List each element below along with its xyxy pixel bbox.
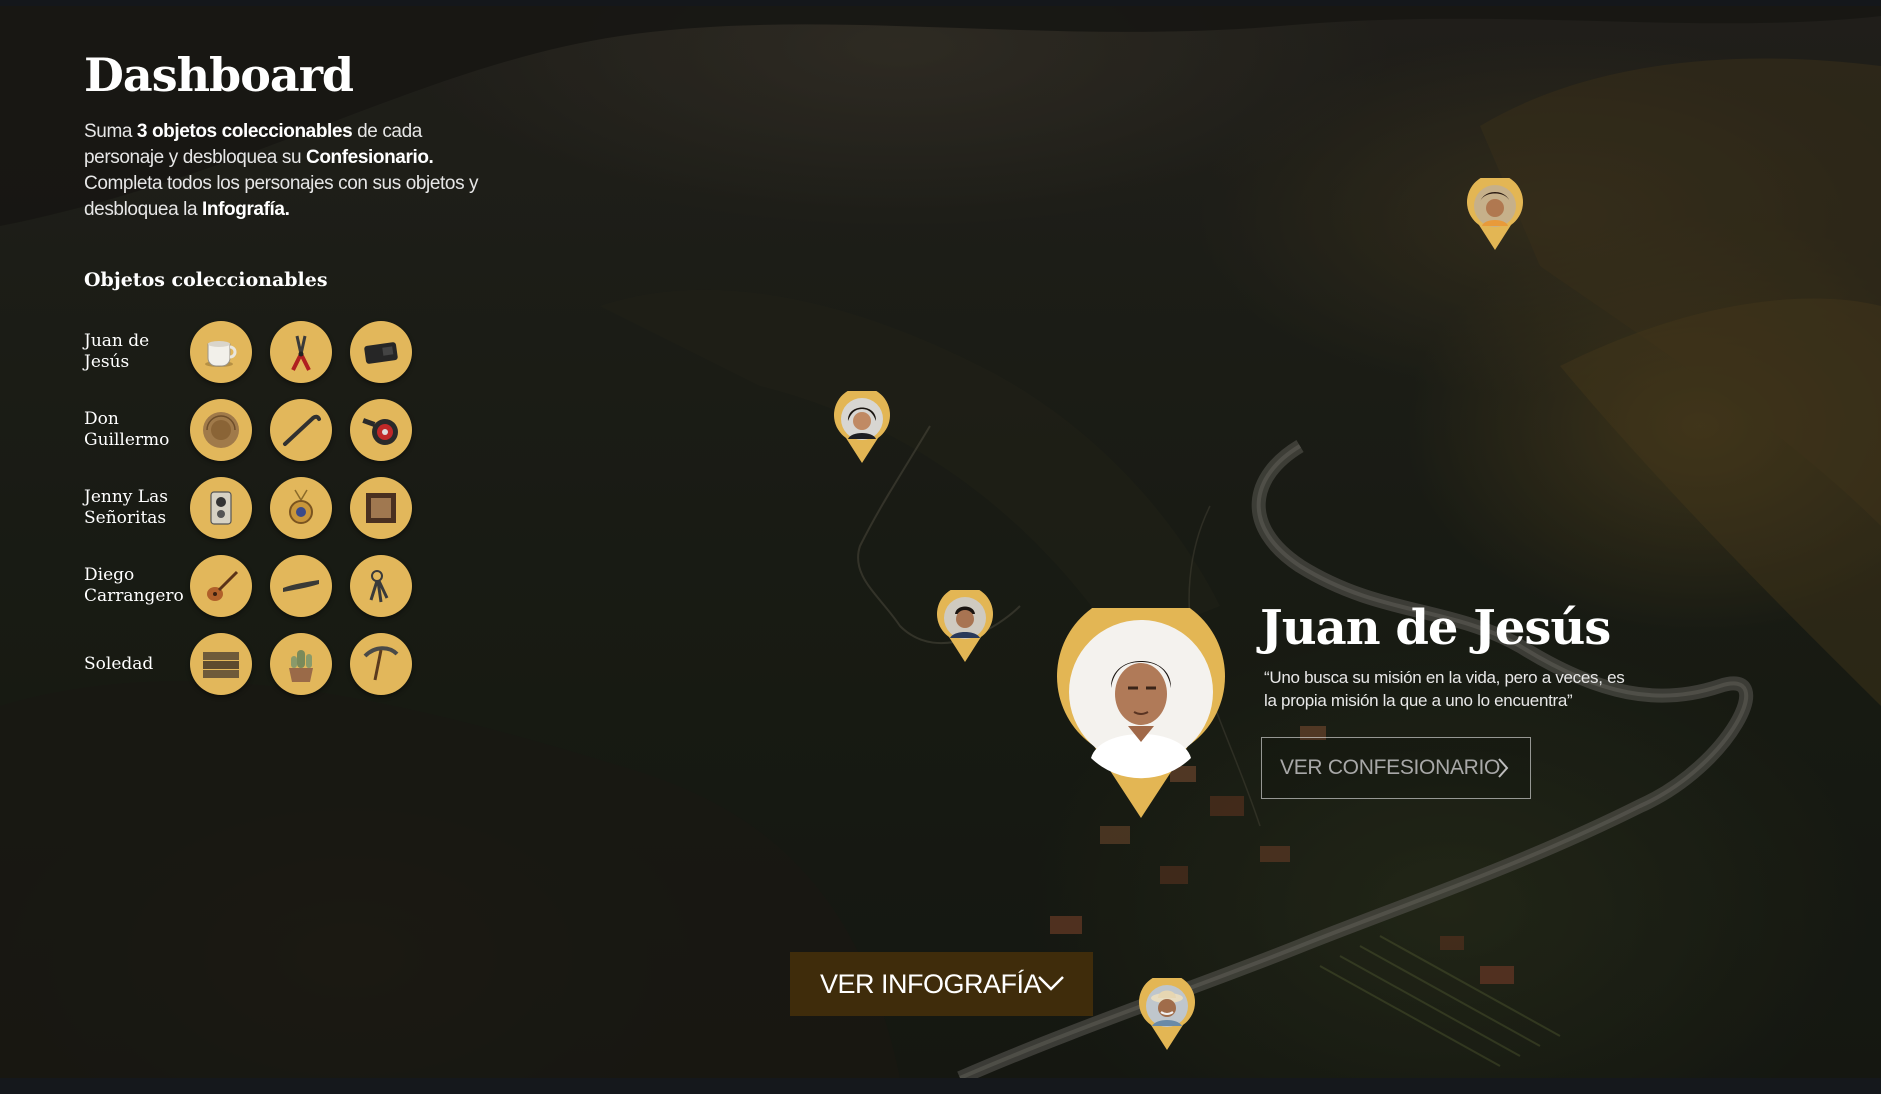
collectibles-heading: Objetos coleccionables [84, 268, 328, 291]
character-row-diego-carrangero: Diego Carrangero [84, 554, 430, 618]
chevron-right-icon [1498, 758, 1509, 778]
man-hat-avatar-icon [1139, 978, 1195, 1050]
chevron-down-icon [1038, 976, 1064, 991]
featured-character-name: Juan de Jesús [1260, 600, 1611, 656]
bottom-bar [0, 1078, 1881, 1094]
intro-bold-2: Confesionario. [306, 146, 434, 168]
intro-bold-1: 3 objetos coleccionables [136, 120, 353, 142]
keys-icon[interactable] [350, 555, 412, 617]
ver-infografia-button[interactable]: VER INFOGRAFÍA [790, 952, 1093, 1016]
camera-icon[interactable] [190, 477, 252, 539]
map-pin-jenny[interactable] [833, 391, 891, 465]
man-avatar-icon [937, 590, 993, 662]
map-pin-diego[interactable] [936, 590, 994, 664]
ver-infografia-label: VER INFOGRAFÍA [820, 968, 1042, 999]
character-name: Jenny Las Señoritas [84, 487, 168, 528]
wallet-icon[interactable] [350, 321, 412, 383]
map-pin-don-guillermo[interactable] [1138, 978, 1196, 1052]
character-row-jenny-las-senoritas: Jenny Las Señoritas [84, 476, 430, 540]
dashboard-panel: Dashboard Suma 3 objetos coleccionables … [84, 50, 504, 291]
picture-frame-icon[interactable] [350, 477, 412, 539]
map-pin-soledad[interactable] [1466, 178, 1524, 252]
pickaxe-icon[interactable] [350, 633, 412, 695]
hat-icon[interactable] [190, 399, 252, 461]
intro-text-1: Suma [84, 120, 137, 142]
character-row-soledad: Soledad [84, 632, 430, 696]
intro-bold-3: Infografía. [202, 198, 290, 220]
medallion-icon[interactable] [270, 477, 332, 539]
guitar-icon[interactable] [190, 555, 252, 617]
character-name: Juan de Jesús [84, 331, 150, 372]
crowbar-icon[interactable] [270, 399, 332, 461]
character-name: Soledad [84, 653, 154, 674]
character-name: Don Guillermo [84, 409, 170, 450]
character-row-don-guillermo: Don Guillermo [84, 398, 430, 462]
ver-confesionario-label: VER CONFESIONARIO [1280, 756, 1501, 779]
featured-character-quote: “Uno busca su misión en la vida, pero a … [1264, 668, 1625, 710]
character-row-juan-de-jesus: Juan de Jesús [84, 320, 430, 384]
cactus-pot-icon[interactable] [270, 633, 332, 695]
pruning-shears-icon[interactable] [270, 321, 332, 383]
cup-icon[interactable] [190, 321, 252, 383]
intro-text: Suma 3 objetos coleccionables de cada pe… [84, 119, 504, 223]
man-avatar-icon [1057, 608, 1225, 818]
machete-icon[interactable] [270, 555, 332, 617]
fishing-reel-icon[interactable] [350, 399, 412, 461]
page-title: Dashboard [84, 48, 354, 102]
woman-avatar-icon [834, 391, 890, 463]
featured-character: Juan de Jesús “Uno busca su misión en la… [1260, 600, 1640, 712]
ver-confesionario-button[interactable]: VER CONFESIONARIO [1261, 737, 1531, 799]
woman-avatar-icon [1467, 178, 1523, 250]
map-pin-juan-de-jesus[interactable] [1056, 608, 1226, 820]
character-name: Diego Carrangero [84, 565, 184, 606]
wood-planks-icon[interactable] [190, 633, 252, 695]
